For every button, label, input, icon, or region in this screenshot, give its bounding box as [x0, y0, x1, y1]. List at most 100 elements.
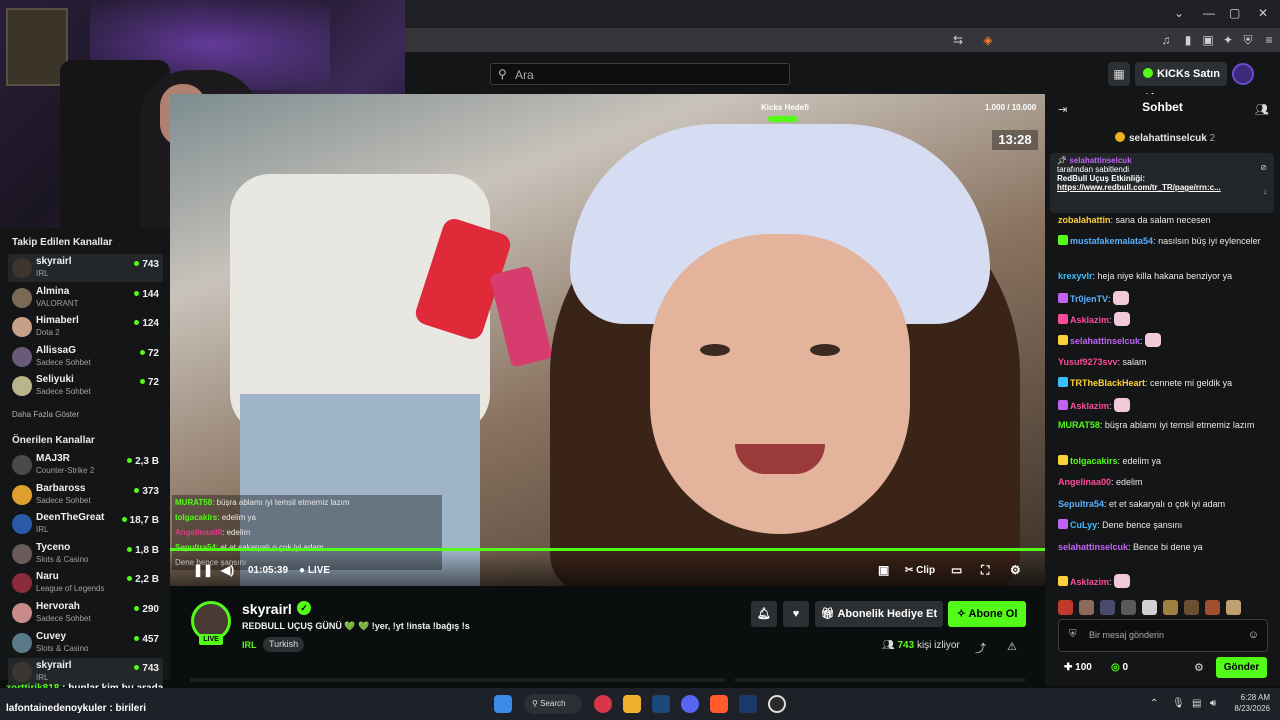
send-button[interactable]: Gönder	[1216, 657, 1267, 678]
stream-category[interactable]: IRL	[242, 640, 257, 650]
chat-username[interactable]: tolgacakirs	[1070, 456, 1118, 466]
sidebar-channel-item[interactable]: Hervorah Sadece Sohbet 290	[8, 599, 163, 627]
emote-icon[interactable]	[1184, 600, 1199, 615]
emote-icon[interactable]	[1100, 600, 1115, 615]
clip-button[interactable]: ✂ Clip	[905, 565, 935, 576]
show-more-link[interactable]: Daha Fazla Göster	[12, 410, 79, 419]
follow-heart-button[interactable]: ♥	[783, 601, 809, 627]
menu-icon[interactable]: ≡	[1261, 32, 1277, 48]
media-icon[interactable]: ♫	[1158, 32, 1174, 48]
chat-username[interactable]: mustafakemalata54	[1070, 236, 1153, 246]
kicks-balance[interactable]: ◎ 0	[1111, 662, 1128, 673]
emote-icon[interactable]	[1205, 600, 1220, 615]
microphone-icon[interactable]: 🎙︎	[1172, 698, 1185, 709]
brave-browser-icon[interactable]	[710, 695, 728, 713]
maximize-icon[interactable]: ▢	[1229, 6, 1240, 20]
sidebar-channel-item[interactable]: AllissaG Sadece Sohbet 72	[8, 343, 163, 371]
pip-icon[interactable]: ▣	[878, 563, 889, 577]
vpn-icon[interactable]: ⛨	[1240, 32, 1256, 48]
windows-start-icon[interactable]	[494, 695, 512, 713]
chat-username[interactable]: Tr0jenTV	[1070, 294, 1108, 304]
sidebar-channel-item[interactable]: MAJ3R Counter-Strike 2 2,3 B	[8, 451, 163, 479]
ai-assistant-icon[interactable]: ✦	[1220, 32, 1236, 48]
chat-username[interactable]: Asklazim	[1070, 315, 1109, 325]
emote-icon[interactable]	[1142, 600, 1157, 615]
emote-icon[interactable]	[1058, 600, 1073, 615]
sidebar-channel-item[interactable]: skyrairl IRL 743	[8, 254, 163, 282]
report-icon[interactable]: ⚠	[1007, 640, 1017, 653]
taskbar-search[interactable]: ⚲ Search	[524, 694, 582, 714]
emote-icon[interactable]	[1079, 600, 1094, 615]
pinned-link[interactable]: https://www.redbull.com/tr_TR/page/rrn:c…	[1057, 183, 1267, 192]
layout-button[interactable]: ▦	[1108, 62, 1130, 86]
steam-icon[interactable]	[652, 695, 670, 713]
app-icon[interactable]	[594, 695, 612, 713]
sidebar-channel-item[interactable]: Cuvey Slots & Casino 457	[8, 629, 163, 657]
sidebar-channel-item[interactable]: Almina VALORANT 144	[8, 284, 163, 312]
chat-username[interactable]: selahattinselcuk	[1058, 542, 1128, 552]
emote-icon[interactable]	[1226, 600, 1241, 615]
discord-icon[interactable]	[681, 695, 699, 713]
chat-username[interactable]: Yusuf9273svv	[1058, 357, 1118, 367]
tray-chevron-icon[interactable]: ⌃	[1150, 698, 1158, 709]
chat-username[interactable]: Sepultra54	[1058, 499, 1104, 509]
sidebar-channel-item[interactable]: Seliyuki Sadece Sohbet 72	[8, 372, 163, 400]
chat-username[interactable]: krexyvlr	[1058, 271, 1093, 281]
expand-pin-icon[interactable]: ↓	[1263, 187, 1267, 196]
sidebar-channel-item[interactable]: Naru League of Legends 2,2 B	[8, 569, 163, 597]
system-clock[interactable]: 6:28 AM 8/23/2026	[1228, 692, 1270, 714]
chat-message-input[interactable]: ⛨ Bir mesaj gönderin ☺	[1058, 619, 1268, 652]
chat-username[interactable]: CuLyy	[1070, 520, 1097, 530]
wallet-icon[interactable]: ▣	[1200, 32, 1216, 48]
settings-icon[interactable]: ⚙	[1010, 563, 1021, 577]
chat-username[interactable]: MURAT58	[1058, 420, 1100, 430]
buy-kicks-button[interactable]: KICKs Satın Al	[1135, 62, 1227, 104]
channel-viewers: 124	[134, 318, 159, 329]
fullscreen-icon[interactable]: ⛶	[981, 563, 989, 578]
search-icon: ⚲	[498, 67, 507, 81]
user-avatar[interactable]	[1232, 63, 1254, 85]
chat-username[interactable]: Asklazim	[1070, 577, 1109, 587]
language-tag[interactable]: Turkish	[263, 637, 305, 652]
live-indicator: ● LIVE	[299, 565, 331, 576]
sidebar-channel-item[interactable]: DeenTheGreat IRL 18,7 B	[8, 510, 163, 538]
emote-icon[interactable]	[1121, 600, 1136, 615]
volume-tray-icon[interactable]: 🔊︎	[1210, 698, 1216, 709]
streamer-name[interactable]: skyrairl	[242, 601, 292, 617]
translate-icon[interactable]: ⇆	[950, 32, 966, 48]
sidebar-channel-item[interactable]: skyrairl IRL 743	[8, 658, 163, 687]
steam-icon[interactable]	[739, 695, 757, 713]
share-icon[interactable]: ⤴	[975, 640, 986, 656]
channel-viewers: 743	[134, 259, 159, 270]
notification-bell-button[interactable]: 🔔︎	[751, 601, 777, 627]
channel-avatar	[12, 317, 32, 338]
network-icon[interactable]: ▤	[1192, 698, 1201, 709]
channel-points[interactable]: ✚ 100	[1064, 662, 1092, 673]
sidebar-channel-item[interactable]: Himaberl Dota 2 124	[8, 313, 163, 341]
chat-settings-icon[interactable]: ⚙	[1194, 661, 1204, 674]
sidebar-toggle-icon[interactable]: ▮	[1180, 32, 1196, 48]
pause-icon[interactable]: ❚❚	[193, 563, 213, 577]
subscribe-button[interactable]: ✧ Abone Ol	[948, 601, 1026, 627]
emoji-icon[interactable]: ☺	[1248, 629, 1259, 641]
chat-username[interactable]: Angelinaa00	[1058, 477, 1111, 487]
emote-icon[interactable]	[1163, 600, 1178, 615]
brave-shield-icon[interactable]: ◈	[980, 32, 996, 48]
tab-list-chevron-icon[interactable]: ⌄	[1174, 6, 1184, 20]
chat-username[interactable]: selahattinselcuk	[1070, 336, 1140, 346]
chat-username[interactable]: TRTheBlackHeart	[1070, 378, 1145, 388]
chat-username[interactable]: Asklazim	[1070, 401, 1109, 411]
file-explorer-icon[interactable]	[623, 695, 641, 713]
minimize-icon[interactable]: —	[1203, 6, 1215, 20]
search-input[interactable]: ⚲ Ara	[490, 63, 790, 85]
sidebar-channel-item[interactable]: Barbaross Sadece Sohbet 373	[8, 481, 163, 509]
gift-sub-button[interactable]: 🎁︎ Abonelik Hediye Et	[815, 601, 943, 627]
hide-pin-icon[interactable]: ⊘	[1260, 163, 1267, 172]
chat-users-icon[interactable]: 👥︎	[1255, 103, 1269, 116]
sidebar-channel-item[interactable]: Tyceno Slots & Casino 1,8 B	[8, 540, 163, 568]
volume-icon[interactable]: ◀)	[221, 563, 234, 577]
obs-icon[interactable]	[768, 695, 786, 713]
chat-username[interactable]: zobalahattin	[1058, 215, 1111, 225]
close-window-icon[interactable]: ✕	[1258, 6, 1268, 20]
theater-mode-icon[interactable]: ▭	[951, 563, 962, 577]
